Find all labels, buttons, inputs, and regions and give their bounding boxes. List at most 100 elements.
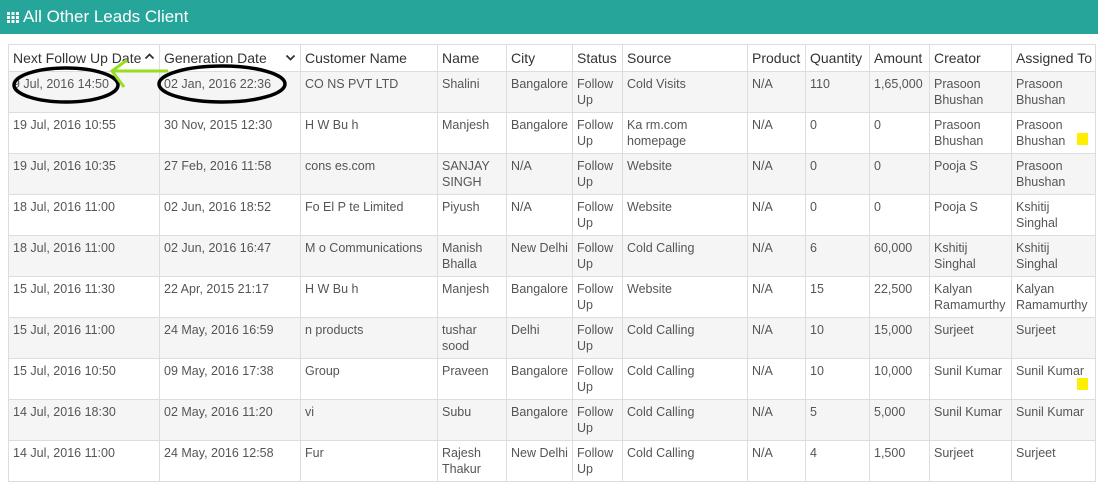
cell-product: N/A — [747, 153, 806, 195]
table-row[interactable]: 19 Jul, 2016 10:35 27 Feb, 2016 11:58 cons… — [8, 153, 1096, 195]
cell-next: 14 Jul, 2016 18:30 — [8, 399, 160, 441]
cell-quantity: 0 — [805, 194, 870, 236]
column-header-quantity[interactable]: Quantity — [805, 44, 870, 72]
cell-customer: H W Bu h — [300, 276, 438, 318]
cell-gen: 22 Apr, 2015 21:17 — [159, 276, 301, 318]
cell-amount: 5,000 — [869, 399, 930, 441]
table-row[interactable]: 14 Jul, 2016 18:30 02 May, 2016 11:20 vi Su… — [8, 399, 1096, 441]
cell-next: 9 Jul, 2016 14:50 — [8, 71, 160, 113]
column-header-amount[interactable]: Amount — [869, 44, 930, 72]
cell-customer: vi — [300, 399, 438, 441]
cell-city: N/A — [506, 153, 573, 195]
cell-city: Bangalore — [506, 276, 573, 318]
cell-assigned: Kshitij Singhal — [1011, 235, 1096, 277]
cell-city: Delhi — [506, 317, 573, 359]
cell-next: 15 Jul, 2016 11:30 — [8, 276, 160, 318]
table-row[interactable]: 14 Jul, 2016 11:00 24 May, 2016 12:58 Fur R… — [8, 440, 1096, 482]
cell-city: N/A — [506, 194, 573, 236]
cell-next: 18 Jul, 2016 11:00 — [8, 194, 160, 236]
column-header-source[interactable]: Source — [622, 44, 748, 72]
cell-next: 19 Jul, 2016 10:35 — [8, 153, 160, 195]
cell-city: New Delhi — [506, 235, 573, 277]
cell-status: Follow Up — [572, 153, 623, 195]
cell-next: 18 Jul, 2016 11:00 — [8, 235, 160, 277]
table-row[interactable]: 15 Jul, 2016 10:50 09 May, 2016 17:38 Grou… — [8, 358, 1096, 400]
cell-customer: Fo El P te Limited — [300, 194, 438, 236]
cell-product: N/A — [747, 440, 806, 482]
cell-source: Cold Calling — [622, 235, 748, 277]
column-header-name[interactable]: Name — [437, 44, 507, 72]
cell-status: Follow Up — [572, 317, 623, 359]
cell-name: Subu — [437, 399, 507, 441]
cell-status: Follow Up — [572, 71, 623, 113]
cell-city: Bangalore — [506, 358, 573, 400]
cell-name: Manjesh — [437, 276, 507, 318]
cell-product: N/A — [747, 235, 806, 277]
column-header-generation-date[interactable]: Generation Date — [159, 44, 301, 72]
cell-customer: Group — [300, 358, 438, 400]
column-header-status[interactable]: Status — [572, 44, 623, 72]
cell-status: Follow Up — [572, 235, 623, 277]
table-row[interactable]: 15 Jul, 2016 11:30 22 Apr, 2015 21:17 H W … — [8, 276, 1096, 318]
cell-amount: 1,500 — [869, 440, 930, 482]
column-header-customer-name[interactable]: Customer Name — [300, 44, 438, 72]
cell-name: Manish Bhalla — [437, 235, 507, 277]
cell-amount: 0 — [869, 194, 930, 236]
cell-customer: n products — [300, 317, 438, 359]
cell-creator: Sunil Kumar — [929, 399, 1012, 441]
cell-source: Cold Visits — [622, 71, 748, 113]
table-body: 9 Jul, 2016 14:50 02 Jan, 2016 22:36 CO NS… — [8, 71, 1096, 482]
panel-title: All Other Leads Client — [23, 7, 189, 26]
column-header-assigned-to[interactable]: Assigned To — [1011, 44, 1096, 72]
cell-amount: 0 — [869, 112, 930, 154]
chevron-down-icon[interactable] — [285, 51, 296, 63]
column-header-creator[interactable]: Creator — [929, 44, 1012, 72]
cell-amount: 0 — [869, 153, 930, 195]
cell-creator: Surjeet — [929, 317, 1012, 359]
cell-assigned: Prasoon Bhushan — [1011, 112, 1096, 154]
cell-product: N/A — [747, 276, 806, 318]
column-header-city[interactable]: City — [506, 44, 573, 72]
cell-quantity: 0 — [805, 112, 870, 154]
cell-customer: M o Communications — [300, 235, 438, 277]
column-header-next-follow-up[interactable]: Next Follow Up Date — [8, 44, 160, 72]
table-row[interactable]: 9 Jul, 2016 14:50 02 Jan, 2016 22:36 CO NS… — [8, 71, 1096, 113]
cell-gen: 30 Nov, 2015 12:30 — [159, 112, 301, 154]
table-row[interactable]: 15 Jul, 2016 11:00 24 May, 2016 16:59 n pr… — [8, 317, 1096, 359]
cell-gen: 27 Feb, 2016 11:58 — [159, 153, 301, 195]
cell-source: Cold Calling — [622, 440, 748, 482]
cell-product: N/A — [747, 399, 806, 441]
cell-gen: 02 Jun, 2016 18:52 — [159, 194, 301, 236]
column-header-product[interactable]: Product — [747, 44, 806, 72]
table-row[interactable]: 19 Jul, 2016 10:55 30 Nov, 2015 12:30 H W … — [8, 112, 1096, 154]
cell-name: Manjesh — [437, 112, 507, 154]
cell-status: Follow Up — [572, 358, 623, 400]
cell-amount: 15,000 — [869, 317, 930, 359]
table-row[interactable]: 18 Jul, 2016 11:00 02 Jun, 2016 16:47 M o … — [8, 235, 1096, 277]
cell-creator: Prasoon Bhushan — [929, 71, 1012, 113]
cell-customer: CO NS PVT LTD — [300, 71, 438, 113]
grid-icon — [7, 11, 19, 23]
cell-assigned: Surjeet — [1011, 317, 1096, 359]
cell-customer: Fur — [300, 440, 438, 482]
sort-ascending-icon[interactable] — [144, 51, 155, 63]
cell-creator: Pooja S — [929, 153, 1012, 195]
cell-source: Website — [622, 194, 748, 236]
cell-quantity: 110 — [805, 71, 870, 113]
cell-product: N/A — [747, 358, 806, 400]
cell-next: 14 Jul, 2016 11:00 — [8, 440, 160, 482]
cell-gen: 02 May, 2016 11:20 — [159, 399, 301, 441]
cell-quantity: 15 — [805, 276, 870, 318]
cell-assigned: Sunil Kumar — [1011, 358, 1096, 400]
cell-assigned: Sunil Kumar — [1011, 399, 1096, 441]
cell-creator: Surjeet — [929, 440, 1012, 482]
cell-gen: 09 May, 2016 17:38 — [159, 358, 301, 400]
cell-source: Website — [622, 276, 748, 318]
cell-quantity: 10 — [805, 358, 870, 400]
cell-amount: 60,000 — [869, 235, 930, 277]
table-row[interactable]: 18 Jul, 2016 11:00 02 Jun, 2016 18:52 Fo E… — [8, 194, 1096, 236]
cell-next: 19 Jul, 2016 10:55 — [8, 112, 160, 154]
cell-assigned: Kshitij Singhal — [1011, 194, 1096, 236]
cell-creator: Kalyan Ramamurthy — [929, 276, 1012, 318]
cell-product: N/A — [747, 71, 806, 113]
